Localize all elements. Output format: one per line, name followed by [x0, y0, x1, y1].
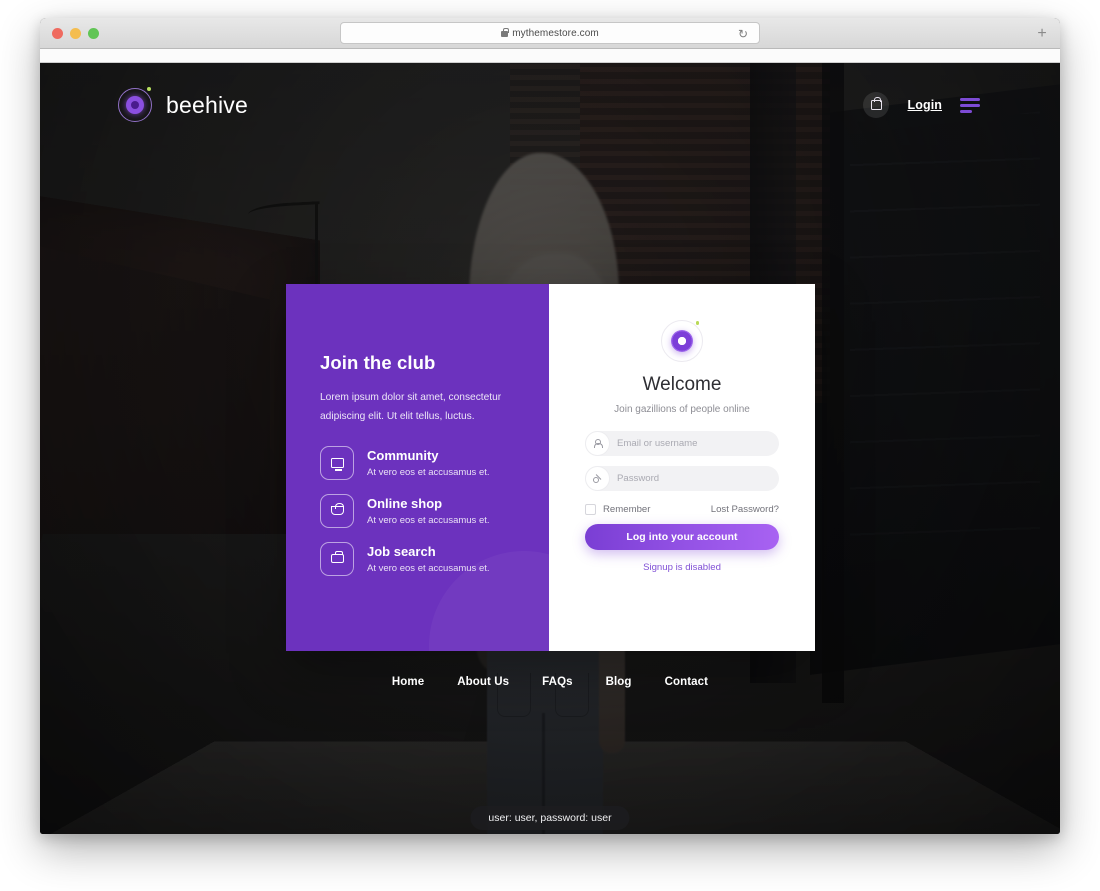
lock-icon: [501, 27, 509, 37]
shopping-bag-icon[interactable]: [863, 92, 890, 118]
burger-line-2: [960, 103, 980, 107]
reload-icon[interactable]: ↻: [737, 28, 749, 40]
basket-glyph: [330, 502, 344, 516]
login-logo-donut: [671, 330, 693, 352]
feature-text: Job search At vero eos et accusamus et.: [367, 543, 490, 574]
form-options-row: Remember Lost Password?: [585, 504, 779, 515]
welcome-heading: Welcome: [642, 374, 722, 395]
footer-link-blog[interactable]: Blog: [606, 676, 632, 688]
remember-checkbox[interactable]: [585, 504, 596, 515]
login-submit-button[interactable]: Log into your account: [585, 524, 779, 550]
password-input[interactable]: [610, 473, 760, 484]
hamburger-menu-icon[interactable]: [960, 97, 980, 113]
footer-link-about-us[interactable]: About Us: [457, 676, 509, 688]
url-text: mythemestore.com: [512, 27, 599, 39]
brand-name: beehive: [166, 91, 248, 118]
feature-item-job-search: Job search At vero eos et accusamus et.: [320, 541, 549, 576]
burger-line-1: [960, 97, 980, 101]
window-traffic-lights: [52, 28, 99, 39]
credentials-hint-toast: user: user, password: user: [470, 806, 630, 830]
basket-icon: [320, 493, 354, 528]
browser-tabstrip: [40, 49, 1060, 63]
promo-panel: Join the club Lorem ipsum dolor sit amet…: [286, 284, 549, 651]
header-actions: Login: [863, 92, 980, 118]
feature-title: Online shop: [367, 496, 443, 512]
logo-accent-dot: [147, 87, 151, 91]
feature-desc: At vero eos et accusamus et.: [367, 563, 490, 575]
beehive-logo-icon: [118, 87, 152, 122]
beehive-donut-icon: [661, 320, 703, 362]
footer-link-faqs[interactable]: FAQs: [542, 676, 572, 688]
monitor-glyph: [330, 457, 344, 471]
auth-card: Join the club Lorem ipsum dolor sit amet…: [286, 284, 815, 651]
promo-subtitle: Lorem ipsum dolor sit amet, consectetur …: [320, 392, 502, 422]
close-window-button[interactable]: [52, 28, 63, 39]
page-viewport: beehive Login Join the club Lorem ipsum …: [40, 63, 1060, 834]
browser-titlebar: mythemestore.com ↻ +: [40, 18, 1060, 49]
feature-item-community: Community At vero eos et accusamus et.: [320, 445, 549, 480]
feature-title: Job search: [367, 544, 436, 560]
header-login-link[interactable]: Login: [907, 98, 942, 112]
briefcase-icon: [320, 541, 354, 576]
welcome-tagline: Join gazillions of people online: [614, 404, 750, 415]
remember-me-control[interactable]: Remember: [585, 504, 650, 515]
key-icon: [585, 466, 610, 491]
zoom-window-button[interactable]: [88, 28, 99, 39]
minimize-window-button[interactable]: [70, 28, 81, 39]
bag-glyph: [870, 97, 882, 110]
brand-logo[interactable]: beehive: [118, 87, 248, 122]
site-header: beehive Login: [40, 63, 1060, 147]
footer-link-home[interactable]: Home: [392, 676, 424, 688]
user-glyph: [593, 438, 604, 449]
feature-text: Online shop At vero eos et accusamus et.: [367, 495, 490, 526]
login-panel: Welcome Join gazillions of people online: [549, 284, 815, 651]
feature-item-online-shop: Online shop At vero eos et accusamus et.: [320, 493, 549, 528]
burger-line-3: [960, 109, 972, 113]
browser-window: mythemestore.com ↻ + beehive Login Join …: [40, 18, 1060, 834]
signup-disabled-link[interactable]: Signup is disabled: [643, 562, 721, 573]
address-bar[interactable]: mythemestore.com ↻: [340, 22, 760, 44]
feature-desc: At vero eos et accusamus et.: [367, 515, 490, 527]
logo-core: [126, 96, 144, 114]
briefcase-glyph: [330, 551, 344, 564]
new-tab-button[interactable]: +: [1032, 24, 1052, 44]
monitor-icon: [320, 445, 354, 480]
promo-title: Join the club: [320, 352, 436, 373]
username-field-wrapper[interactable]: [585, 431, 779, 456]
user-icon: [585, 431, 610, 456]
footer-nav: Home About Us FAQs Blog Contact: [40, 676, 1060, 688]
footer-link-contact[interactable]: Contact: [665, 676, 709, 688]
feature-text: Community At vero eos et accusamus et.: [367, 447, 490, 478]
feature-title: Community: [367, 448, 439, 464]
email-or-username-input[interactable]: [610, 438, 760, 449]
login-logo-accent-dot: [695, 321, 699, 325]
remember-label: Remember: [603, 504, 651, 515]
feature-desc: At vero eos et accusamus et.: [367, 467, 490, 479]
password-field-wrapper[interactable]: [585, 466, 779, 491]
address-bar-content: mythemestore.com: [501, 27, 599, 39]
key-glyph: [592, 474, 603, 484]
lost-password-link[interactable]: Lost Password?: [711, 504, 779, 515]
